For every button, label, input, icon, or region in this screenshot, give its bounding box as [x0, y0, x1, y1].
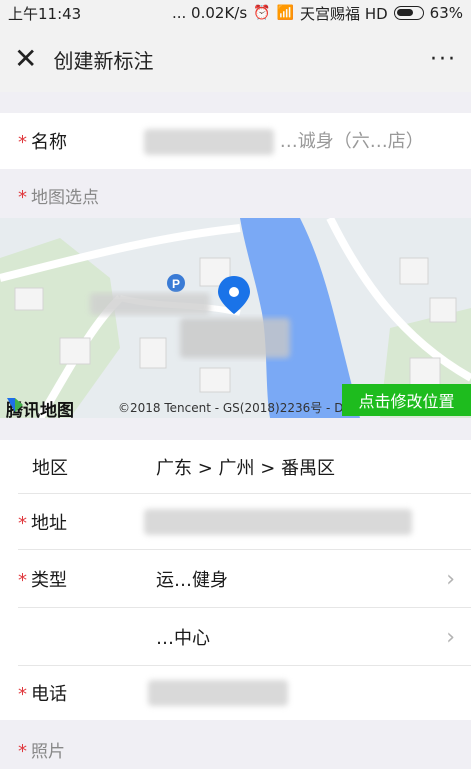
name-label: 名称 [31, 132, 67, 153]
phone-row[interactable]: * 电话 [0, 666, 471, 720]
network-speed: ... 0.02K/s [171, 4, 248, 22]
type-value[interactable]: 运…健身 [156, 566, 228, 592]
wifi-icon: 📶 [276, 5, 295, 21]
page-title: 创建新标注 [53, 48, 154, 73]
region-row[interactable]: 地区 广东 > 广州 > 番禺区 [0, 440, 471, 494]
subtype-value[interactable]: …中心 [156, 624, 210, 650]
name-visible-suffix: …诚身（六…店） [279, 131, 424, 152]
address-row[interactable]: * 地址 [0, 494, 471, 550]
change-location-button[interactable]: 点击修改位置 [342, 384, 471, 416]
close-icon[interactable]: ✕ [14, 45, 37, 73]
alarm-icon: ⏰ [253, 5, 271, 21]
region-value[interactable]: 广东 > 广州 > 番禺区 [156, 454, 335, 480]
battery-percent: 63% [429, 4, 463, 22]
type-label: 类型 [31, 570, 67, 591]
redacted-name [144, 129, 274, 155]
redacted-phone [148, 680, 288, 706]
map-copyright: ©2018 Tencent - GS(2018)2236号 - Da [118, 401, 351, 415]
phone-value[interactable] [148, 680, 288, 706]
tencent-map-logo-icon [7, 398, 23, 412]
battery-icon [393, 6, 424, 20]
region-label: 地区 [32, 458, 68, 479]
photo-section-label: 照片 [31, 742, 65, 762]
map-section-label: 地图选点 [31, 188, 99, 208]
address-value[interactable] [144, 509, 412, 535]
more-icon[interactable]: ··· [430, 47, 457, 72]
nav-bar: ✕ 创建新标注 ··· [0, 26, 471, 92]
phone-label: 电话 [31, 684, 67, 705]
required-marker: * [18, 132, 27, 153]
carrier-name: 天宫赐福 HD [300, 4, 388, 23]
chevron-right-icon: › [446, 566, 455, 592]
status-bar: 上午11:43 ... 0.02K/s ⏰ 📶 天宫赐福 HD 63% [0, 0, 471, 26]
redacted-address [144, 509, 412, 535]
name-row[interactable]: * 名称 …诚身（六…店） [0, 113, 471, 169]
subtype-row[interactable]: …中心 › [0, 608, 471, 666]
chevron-right-icon: › [446, 624, 455, 650]
status-time: 上午11:43 [8, 4, 82, 23]
map-logo: 腾讯地图 [6, 396, 74, 418]
name-value[interactable]: …诚身（六…店） [144, 127, 424, 155]
svg-text:P: P [172, 277, 180, 291]
type-row[interactable]: * 类型 运…健身 › [0, 550, 471, 608]
address-label: 地址 [31, 513, 67, 534]
